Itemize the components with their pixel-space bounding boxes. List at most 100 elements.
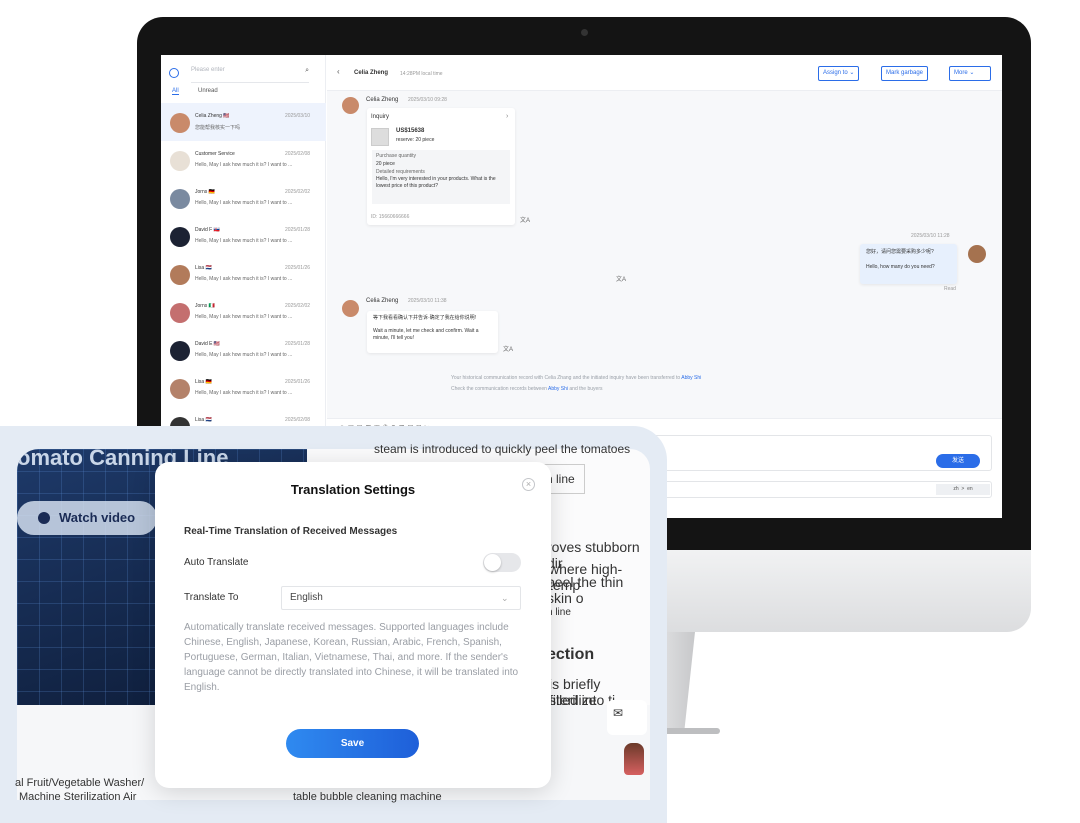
- avatar: [170, 303, 190, 323]
- message-time: 2025/03/10 11:38: [408, 298, 447, 304]
- avatar: [342, 97, 359, 114]
- conversation-date: 2025/03/10: [285, 113, 311, 119]
- avatar: [170, 379, 190, 399]
- assign-to-button[interactable]: Assign to ⌄: [818, 66, 860, 81]
- conversation-name: Lisa 🇩🇪: [195, 379, 212, 385]
- conversation-preview: Hello, May I ask how much it is? I want …: [195, 390, 293, 396]
- chevron-down-icon: ⌄: [501, 593, 509, 603]
- chat-float-icon[interactable]: ✉: [607, 700, 647, 735]
- search-placeholder: Please enter: [191, 67, 225, 73]
- inquiry-details: Purchase quantity 20 piece Detailed requ…: [372, 150, 510, 204]
- dialog-title: Translation Settings: [290, 482, 416, 497]
- tab-unread[interactable]: Unread: [198, 88, 218, 94]
- product-caption: table bubble cleaning machine: [293, 791, 442, 803]
- conversation-item[interactable]: Lisa 🇳🇱 2025/01/26 Hello, May I ask how mu…: [161, 255, 326, 293]
- close-icon[interactable]: ×: [522, 478, 535, 491]
- conversation-preview: Hello, May I ask how much it is? I want …: [195, 352, 293, 358]
- conversation-date: 2025/02/02: [285, 303, 311, 309]
- selected-language: English: [290, 592, 323, 603]
- translate-to-select[interactable]: English ⌄: [281, 586, 521, 610]
- conversation-preview: Hello, May I ask how much it is? I want …: [195, 276, 293, 282]
- conversation-date: 2025/01/26: [285, 265, 311, 271]
- website-subheading: ection: [547, 646, 595, 663]
- conversation-date: 2025/01/28: [285, 227, 311, 233]
- camera-dot: [581, 29, 588, 36]
- conversation-date: 2025/02/02: [285, 189, 311, 195]
- conversation-item[interactable]: Jorns 🇩🇪 2025/02/02 Hello, May I ask how m…: [161, 179, 326, 217]
- more-button[interactable]: More ⌄: [949, 66, 991, 81]
- mark-garbage-button[interactable]: Mark garbage: [881, 66, 929, 81]
- conversation-preview: Hello, May I ask how much it is? I want …: [195, 200, 293, 206]
- product-thumbnail: [371, 128, 389, 146]
- received-message-bubble: 等下我看看确认下并告诉·确定了我在给你说明! Wait a minute, le…: [367, 311, 498, 353]
- conversation-item[interactable]: Celia Zheng 🇺🇸 2025/03/10 您能帮我核实一下吗: [161, 103, 326, 141]
- message-text-en: Hello, how many do you need?: [866, 264, 935, 270]
- conversation-preview: Hello, May I ask how much it is? I want …: [195, 314, 293, 320]
- req-value: Hello, I'm very interested in your produ…: [376, 176, 496, 189]
- avatar: [170, 265, 190, 285]
- watch-video-button[interactable]: Watch video: [17, 501, 157, 535]
- language-pair[interactable]: zh > en: [936, 484, 990, 495]
- website-intro-text: steam is introduced to quickly peel the …: [374, 442, 631, 456]
- toggle-knob: [484, 554, 501, 571]
- save-button[interactable]: Save: [286, 729, 419, 758]
- chat-header: ‹ Celia Zheng 14:28PM local time Assign …: [327, 55, 1002, 91]
- translate-icon[interactable]: 文A: [616, 274, 626, 283]
- conversation-preview: Hello, May I ask how much it is? I want …: [195, 238, 293, 244]
- product-price: US$15638: [396, 128, 425, 134]
- abby-shi-link[interactable]: Abby Shi: [681, 375, 701, 381]
- conversation-item[interactable]: Customer Service 2025/02/08 Hello, May I a…: [161, 141, 326, 179]
- sender-name: Celia Zheng: [366, 298, 399, 304]
- translate-icon[interactable]: 文A: [520, 215, 530, 224]
- search-input[interactable]: Please enter ⌕: [191, 67, 309, 83]
- translate-icon[interactable]: 文A: [503, 344, 513, 353]
- conversation-name: Lisa 🇳🇱: [195, 265, 212, 271]
- translate-to-label: Translate To: [184, 592, 239, 603]
- section-heading: Real-Time Translation of Received Messag…: [184, 526, 398, 537]
- conversation-item[interactable]: David F 🇸🇰 2025/01/28 Hello, May I ask how…: [161, 217, 326, 255]
- product-caption: al Fruit/Vegetable Washer/: [15, 777, 145, 789]
- play-icon: [38, 512, 50, 524]
- req-label: Detailed requirements: [376, 169, 425, 175]
- avatar: [170, 151, 190, 171]
- back-icon[interactable]: ‹: [337, 67, 340, 76]
- conversation-item[interactable]: David E 🇺🇸 2025/01/28 Hello, May I ask how…: [161, 331, 326, 369]
- conversation-item[interactable]: Lisa 🇩🇪 2025/01/26 Hello, May I ask how mu…: [161, 369, 326, 407]
- more-label: More: [954, 70, 968, 76]
- translation-settings-dialog: Translation Settings × Real-Time Transla…: [155, 462, 551, 788]
- auto-translate-toggle[interactable]: [483, 553, 521, 572]
- conversation-date: 2025/02/08: [285, 417, 311, 423]
- chevron-right-icon[interactable]: ›: [506, 113, 508, 120]
- watch-video-label: Watch video: [59, 510, 136, 525]
- sender-name: Celia Zheng: [366, 97, 399, 103]
- conversation-name: Jorns 🇩🇪: [195, 189, 215, 195]
- conversation-date: 2025/02/08: [285, 151, 311, 157]
- message-text-en: Wait a minute, let me check and confirm.…: [373, 328, 479, 341]
- conversation-preview: 您能帮我核实一下吗: [195, 125, 241, 131]
- notice-text: and the buyers: [568, 386, 603, 392]
- qty-label: Purchase quantity: [376, 153, 417, 159]
- conversation-name: Customer Service: [195, 151, 235, 157]
- conversation-item[interactable]: Jorns 🇮🇹 2025/02/02 Hello, May I ask how m…: [161, 293, 326, 331]
- avatar: [170, 113, 190, 133]
- contact-name: Celia Zheng: [354, 70, 389, 76]
- lang-from: zh: [953, 486, 959, 492]
- product-reserve: reserve: 20 piece: [396, 137, 435, 143]
- website-text: peel the thin skin o: [547, 574, 624, 606]
- assign-label: Assign to: [823, 70, 848, 76]
- translation-description: Automatically translate received message…: [184, 622, 519, 693]
- avatar: [342, 300, 359, 317]
- conversation-name: David F 🇸🇰: [195, 227, 220, 233]
- abby-shi-link[interactable]: Abby Shi: [548, 386, 568, 392]
- chat-logo-icon: [169, 68, 179, 78]
- inquiry-card[interactable]: Inquiry › US$15638 reserve: 20 piece Pur…: [367, 108, 515, 225]
- inquiry-id: ID: 15660666666: [371, 214, 410, 220]
- inquiry-title: Inquiry: [371, 114, 390, 120]
- message-time: 2025/03/10 11:28: [911, 233, 950, 239]
- send-button[interactable]: 发送: [936, 454, 980, 468]
- lang-to: en: [967, 486, 973, 492]
- conversation-name: Lisa 🇳🇱: [195, 417, 212, 423]
- tab-all[interactable]: All: [172, 88, 179, 95]
- search-icon[interactable]: ⌕: [305, 67, 309, 75]
- conversation-date: 2025/01/26: [285, 379, 311, 385]
